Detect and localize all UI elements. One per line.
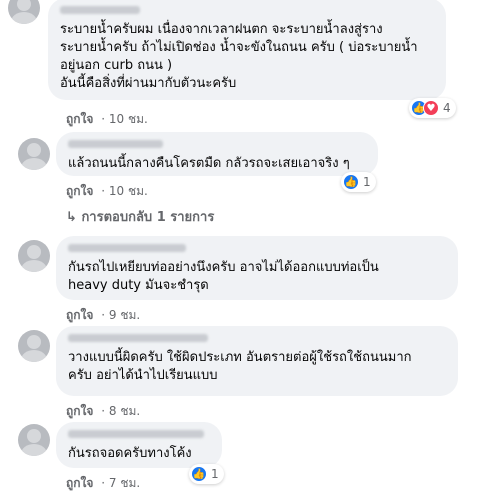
author-name[interactable] [60,6,140,14]
reaction-summary[interactable]: 👍 ♥ 4 [409,98,456,118]
comment-meta: ถูกใจ · 7 ชม. [66,474,140,493]
author-name[interactable] [68,244,186,252]
avatar[interactable] [18,240,50,272]
comment-meta: ถูกใจ · 8 ชม. [66,402,140,421]
reaction-count: 1 [363,175,371,189]
reply-arrow-icon: ↳ [66,210,77,225]
reaction-summary[interactable]: 👍 1 [189,464,224,484]
separator: · [101,112,106,126]
separator: · [101,184,106,198]
author-name[interactable] [68,334,208,342]
comment-text: ระบายน้ำครับผม เนื่องจากเวลาฝนตก จะระบาย… [60,22,418,91]
separator: · [101,404,106,418]
comment-text: กันรถจอดครับทางโค้ง [68,446,192,461]
comment-text: วางแบบนี้ผิดครับ ใช้ผิดประเภท อันตรายต่อ… [68,350,412,383]
author-name[interactable] [68,430,204,438]
avatar[interactable] [18,424,50,456]
separator: · [101,308,106,322]
like-button[interactable]: ถูกใจ [66,476,93,490]
timestamp[interactable]: 8 ชม. [109,404,140,418]
heart-icon: ♥ [423,100,439,116]
thumbs-up-icon: 👍 [343,174,359,190]
author-name[interactable] [68,140,163,148]
reaction-count: 1 [211,467,219,481]
comment-meta: ถูกใจ · 10 ชม. [66,182,148,201]
comment-bubble: วางแบบนี้ผิดครับ ใช้ผิดประเภท อันตรายต่อ… [56,326,458,396]
like-button[interactable]: ถูกใจ [66,184,93,198]
view-replies-link[interactable]: ↳ การตอบกลับ 1 รายการ [66,206,214,227]
avatar[interactable] [18,330,50,362]
timestamp[interactable]: 10 ชม. [109,112,148,126]
comment-bubble: ระบายน้ำครับผม เนื่องจากเวลาฝนตก จะระบาย… [48,0,446,100]
like-button[interactable]: ถูกใจ [66,308,93,322]
avatar[interactable] [8,0,40,24]
comment-bubble: กันรถไปเหยียบท่ออย่างนึงครับ อาจไม่ได้ออ… [56,236,458,300]
comment-meta: ถูกใจ · 10 ชม. [66,110,148,129]
comment-text: แล้วถนนนี้กลางคืนโครตมืด กลัวรถจะเสยเอาจ… [68,156,350,171]
comment-text: กันรถไปเหยียบท่ออย่างนึงครับ อาจไม่ได้ออ… [68,260,379,293]
timestamp[interactable]: 9 ชม. [109,308,140,322]
comment-bubble: แล้วถนนนี้กลางคืนโครตมืด กลัวรถจะเสยเอาจ… [56,132,378,176]
like-button[interactable]: ถูกใจ [66,404,93,418]
reaction-summary[interactable]: 👍 1 [341,172,376,192]
timestamp[interactable]: 10 ชม. [109,184,148,198]
thumbs-up-icon: 👍 [191,466,207,482]
replies-label: การตอบกลับ 1 รายการ [81,210,215,225]
separator: · [101,476,106,490]
comment-meta: ถูกใจ · 9 ชม. [66,306,140,325]
timestamp[interactable]: 7 ชม. [109,476,140,490]
like-button[interactable]: ถูกใจ [66,112,93,126]
avatar[interactable] [18,138,50,170]
reaction-count: 4 [443,101,451,115]
comment-bubble: กันรถจอดครับทางโค้ง [56,422,222,468]
